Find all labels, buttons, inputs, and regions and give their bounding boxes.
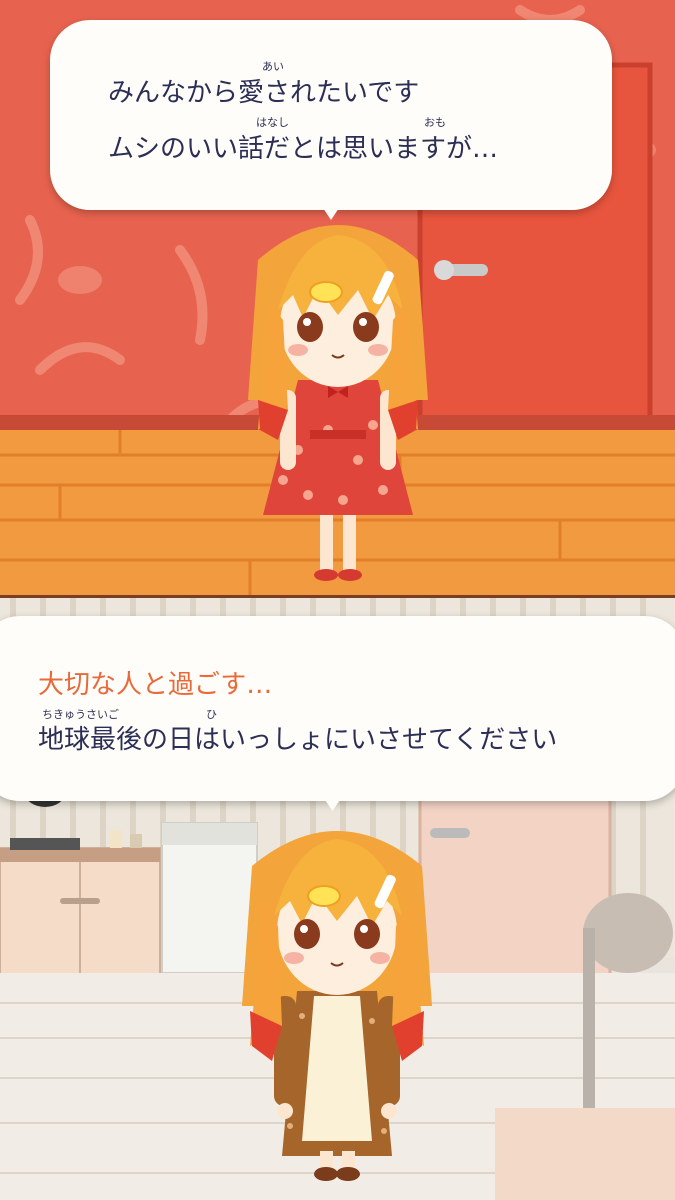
bottom-scene: 大切な人と過ごす… ちきゅうさいご ひ 地球最後の日はいっしょにいさせてください xyxy=(0,598,675,1200)
dialogue-line-2: ムシのいい話だとは思いますが… xyxy=(108,134,499,164)
dialogue-line-2: 地球最後の日はいっしょにいさせてください xyxy=(38,725,558,755)
top-scene: あい みんなから愛されたいです はなし おも ムシのいい話だとは思いますが… xyxy=(0,0,675,598)
character-brown-apron-dress xyxy=(242,831,432,1181)
dialogue-bubble-top[interactable]: あい みんなから愛されたいです はなし おも ムシのいい話だとは思いますが… xyxy=(50,20,612,220)
dialogue-text-bottom: 大切な人と過ごす… ちきゅうさいご ひ 地球最後の日はいっしょにいさせてください xyxy=(38,664,675,784)
character-red-dress xyxy=(248,225,428,581)
dialogue-line-1-highlight: 大切な人と過ごす… xyxy=(38,670,273,700)
dialogue-line-1: みんなから愛されたいです xyxy=(108,78,420,108)
dialogue-bubble-bottom[interactable]: 大切な人と過ごす… ちきゅうさいご ひ 地球最後の日はいっしょにいさせてください xyxy=(0,616,675,811)
dialogue-text-top: あい みんなから愛されたいです はなし おも ムシのいい話だとは思いますが… xyxy=(108,60,578,194)
